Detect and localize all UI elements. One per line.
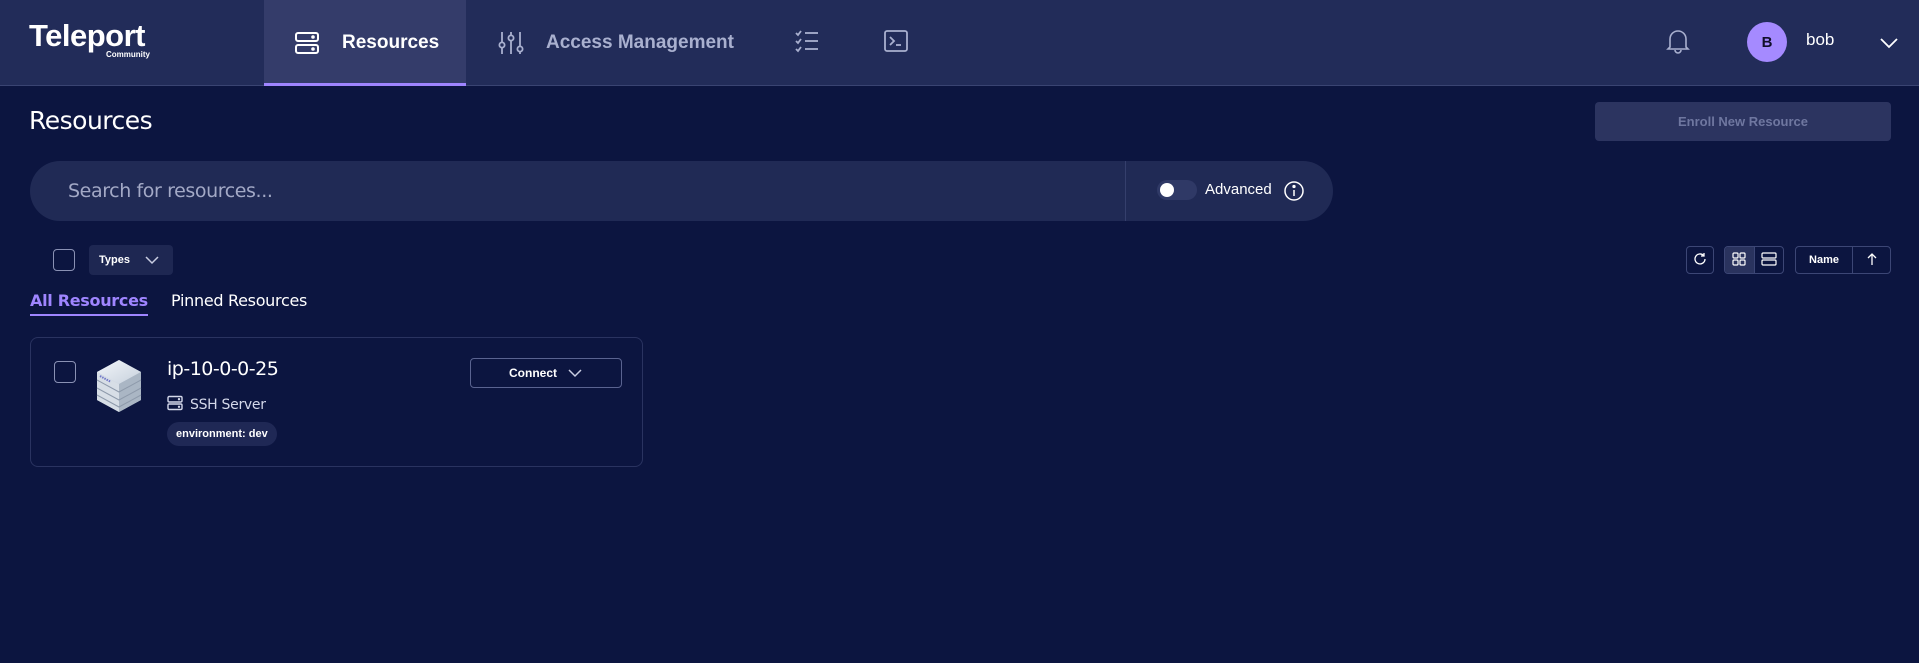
list-view-button[interactable] (1753, 247, 1783, 273)
user-avatar[interactable]: B (1747, 22, 1787, 62)
server-icon (294, 30, 320, 56)
grid-icon (1732, 251, 1747, 270)
bell-icon (1666, 28, 1690, 58)
refresh-icon (1693, 251, 1707, 270)
resource-kind-label: SSH Server (190, 397, 266, 413)
access-requests-nav-button[interactable] (792, 28, 822, 58)
tab-pinned-resources[interactable]: Pinned Resources (171, 291, 307, 310)
chevron-down-icon (144, 252, 160, 268)
logo-text: Teleport (29, 18, 146, 53)
sliders-icon (498, 30, 524, 56)
select-all-checkbox[interactable] (53, 249, 75, 271)
logo-edition: Community (106, 50, 150, 59)
toggle-knob (1160, 183, 1174, 197)
notifications-button[interactable] (1663, 28, 1693, 58)
card-view-button[interactable] (1725, 247, 1754, 273)
enroll-new-resource-button[interactable]: Enroll New Resource (1595, 102, 1891, 141)
username[interactable]: bob (1806, 30, 1834, 50)
search-input[interactable] (30, 161, 1125, 221)
list-rows-icon (1761, 251, 1777, 270)
search-divider (1125, 161, 1126, 221)
nav-tab-label: Access Management (546, 32, 734, 53)
teleport-logo[interactable]: Teleport Community (29, 19, 154, 64)
server-icon (167, 395, 183, 415)
terminal-icon (883, 28, 909, 58)
resource-select-checkbox[interactable] (54, 361, 76, 383)
search-bar: Advanced (30, 161, 1333, 221)
info-icon[interactable] (1283, 180, 1305, 202)
view-mode-toggle (1724, 246, 1784, 274)
connect-button[interactable]: Connect (470, 358, 622, 388)
chevron-down-icon (567, 365, 583, 381)
top-navigation-bar: Teleport Community Resources Access Mana… (0, 0, 1919, 86)
resource-label-pill[interactable]: environment: dev (167, 422, 277, 446)
resource-card[interactable]: ip-10-0-0-25 SSH Server environment: dev… (30, 337, 643, 467)
sort-control: Name (1795, 246, 1891, 274)
types-label: Types (99, 254, 130, 266)
connect-label: Connect (509, 366, 557, 380)
resource-kind: SSH Server (167, 395, 266, 415)
nav-tab-resources[interactable]: Resources (264, 0, 466, 86)
nav-tab-label: Resources (342, 32, 440, 53)
tab-all-resources[interactable]: All Resources (30, 291, 148, 316)
page-title: Resources (29, 106, 153, 135)
arrow-up-icon (1866, 251, 1878, 270)
advanced-search-toggle[interactable] (1157, 180, 1197, 200)
sort-direction-button[interactable] (1852, 247, 1890, 273)
advanced-label: Advanced (1205, 181, 1272, 198)
refresh-button[interactable] (1686, 246, 1714, 274)
resource-name: ip-10-0-0-25 (167, 358, 279, 380)
types-filter-dropdown[interactable]: Types (89, 245, 173, 275)
user-menu-chevron-down-icon[interactable] (1878, 32, 1900, 54)
checklist-icon (794, 28, 820, 58)
terminal-nav-button[interactable] (881, 28, 911, 58)
sort-field-button[interactable]: Name (1796, 247, 1852, 273)
server-stack-icon (95, 358, 143, 414)
nav-tab-access-management[interactable]: Access Management (498, 0, 734, 86)
